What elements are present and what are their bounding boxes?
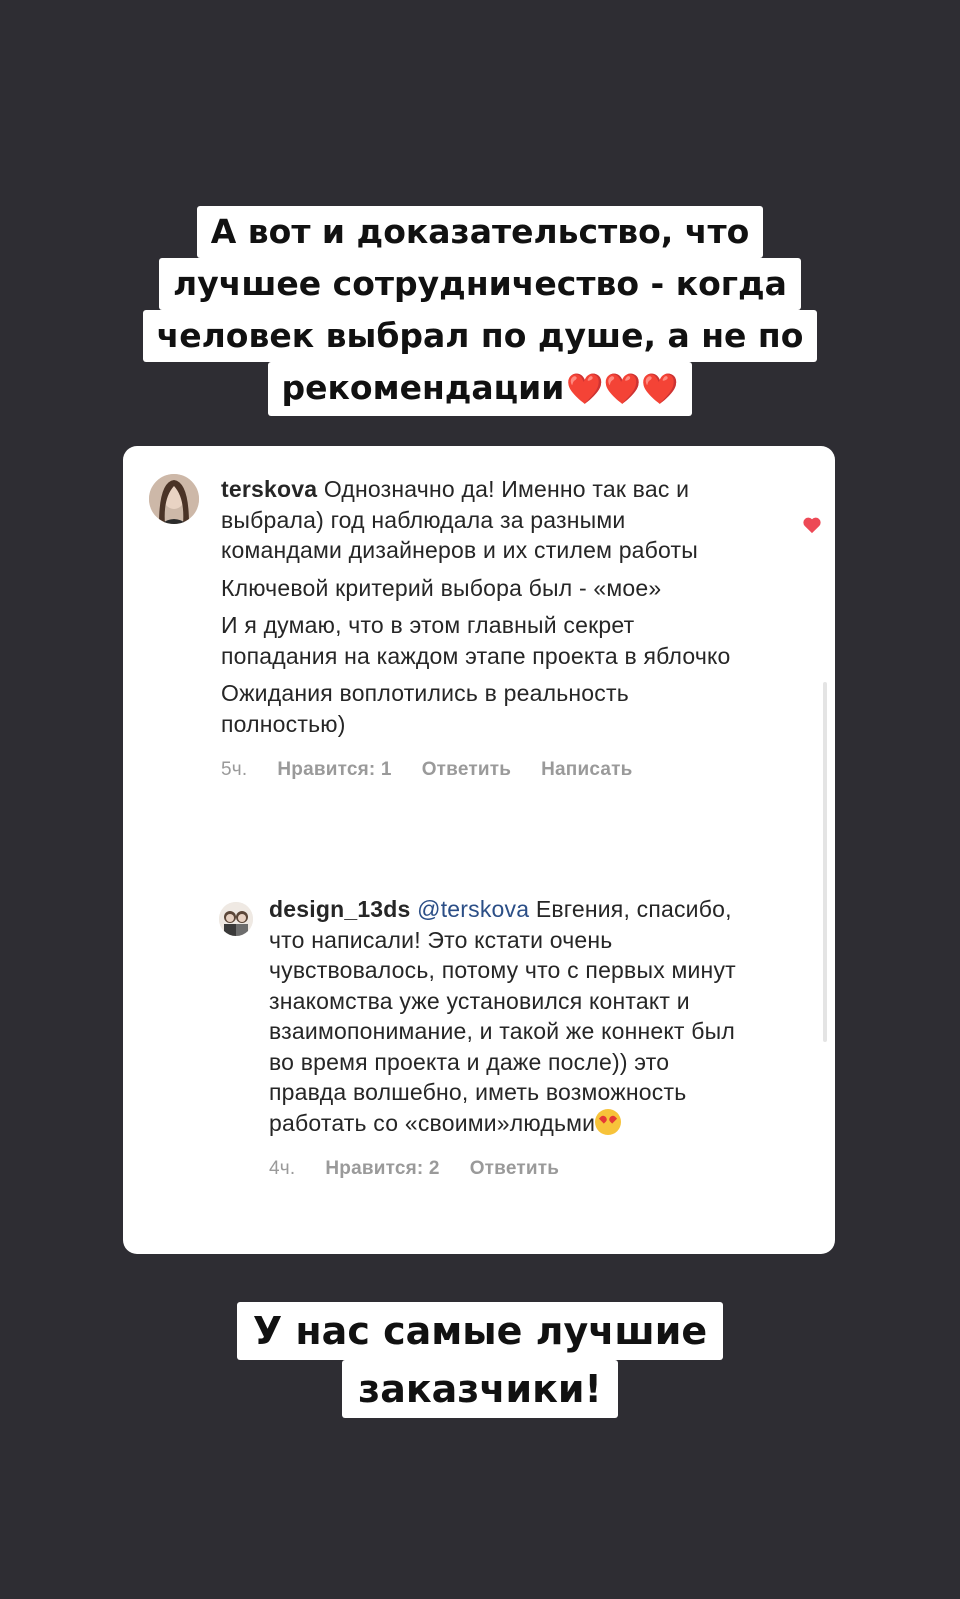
timestamp: 5ч.	[221, 759, 248, 780]
comment-terskova: terskova Однозначно да! Именно так вас и…	[149, 474, 821, 786]
heart-filled-icon[interactable]	[802, 516, 822, 534]
avatar[interactable]	[149, 474, 199, 524]
comment-paragraph: И я думаю, что в этом главный секрет поп…	[221, 612, 731, 669]
message-button[interactable]: Написать	[541, 755, 632, 786]
mention-link[interactable]: @terskova	[417, 896, 529, 922]
comment-paragraph: terskova Однозначно да! Именно так вас и…	[221, 474, 741, 566]
reply-button[interactable]: Ответить	[422, 755, 511, 786]
caption-line-last: рекомендации❤️❤️❤️	[267, 362, 693, 416]
comment-body: terskova Однозначно да! Именно так вас и…	[221, 474, 741, 786]
reply-button[interactable]: Ответить	[470, 1154, 559, 1185]
avatar[interactable]	[219, 902, 253, 936]
heart-eyes-emoji	[595, 1108, 622, 1135]
comment-paragraph: Ожидания воплотились в реальность полнос…	[221, 680, 629, 737]
username[interactable]: terskova	[221, 476, 317, 502]
caption-line: человек выбрал по душе, а не по	[142, 310, 818, 362]
caption-bottom: У нас самые лучшие заказчики!	[40, 1302, 920, 1418]
timestamp: 4ч.	[269, 1158, 296, 1179]
comment-body: design_13ds @terskova Евгения, спасибо, …	[269, 894, 749, 1185]
scrollbar[interactable]	[823, 682, 827, 1042]
comment-meta: 5ч. Нравится: 1 Ответить Написать	[221, 755, 741, 786]
caption-line-text: рекомендации	[281, 368, 565, 407]
caption-line: А вот и доказательство, что	[196, 206, 764, 258]
comment-design-13ds: design_13ds @terskova Евгения, спасибо, …	[219, 894, 779, 1185]
hearts-emoji: ❤️❤️❤️	[566, 372, 679, 407]
comment-paragraph: design_13ds @terskova Евгения, спасибо, …	[269, 894, 749, 1138]
username[interactable]: design_13ds	[269, 896, 411, 922]
comment-meta: 4ч. Нравится: 2 Ответить	[269, 1154, 749, 1185]
likes-count[interactable]: Нравится: 2	[325, 1154, 439, 1185]
comment-text: Евгения, спасибо, что написали! Это кста…	[269, 896, 736, 1136]
comments-screenshot-card: terskova Однозначно да! Именно так вас и…	[123, 446, 835, 1254]
caption-line: лучшее сотрудничество - когда	[159, 258, 801, 310]
caption-line: У нас самые лучшие	[236, 1302, 724, 1360]
comment-paragraph: Ключевой критерий выбора был - «мое»	[221, 574, 662, 601]
likes-count[interactable]: Нравится: 1	[277, 755, 391, 786]
caption-top: А вот и доказательство, что лучшее сотру…	[40, 206, 920, 416]
caption-line: заказчики!	[342, 1360, 618, 1418]
